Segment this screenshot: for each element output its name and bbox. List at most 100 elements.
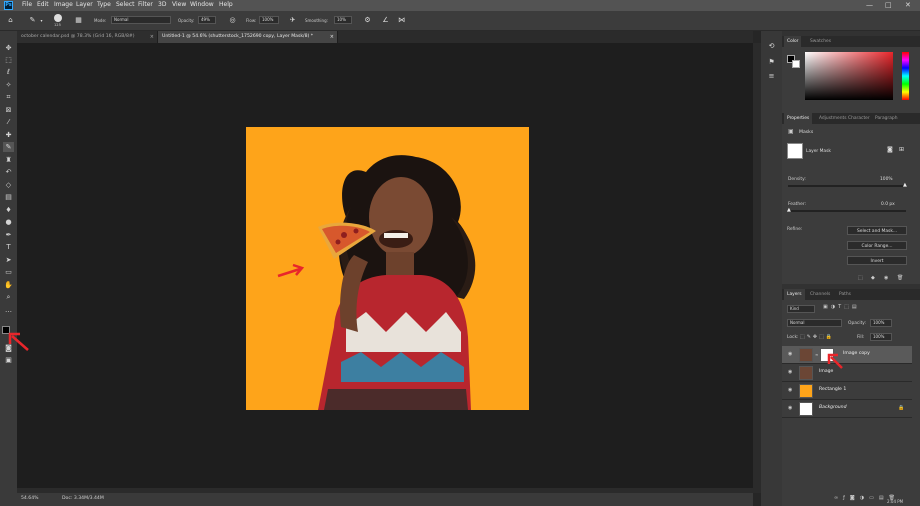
layer-filter-icons[interactable]: ▣◑T⬚▤	[823, 304, 860, 310]
fill-input[interactable]: 100%	[870, 333, 892, 341]
lock-icons[interactable]: ⬚✎✥⬚🔒	[800, 334, 834, 340]
crop-tool-icon[interactable]: ⌗	[3, 92, 14, 102]
layers-opacity-input[interactable]: 100%	[870, 319, 892, 327]
rectangle-tool-icon[interactable]: ▭	[3, 267, 14, 277]
tab-properties[interactable]: Properties	[784, 113, 813, 124]
close-button[interactable]: ✕	[905, 1, 911, 9]
eye-icon[interactable]: ◉	[788, 387, 792, 393]
blur-tool-icon[interactable]: ♦	[3, 205, 14, 215]
pixel-mask-button-icon[interactable]: ◙	[887, 146, 893, 153]
layer-row-image[interactable]: ◉ Image	[782, 364, 912, 382]
close-tab-icon[interactable]: ×	[150, 31, 154, 43]
adjustments-icon[interactable]: ≡	[766, 71, 777, 81]
density-value[interactable]: 100%	[880, 177, 893, 182]
delete-mask-icon[interactable]: 🗑	[897, 275, 903, 281]
menu-help[interactable]: Help	[219, 1, 233, 8]
brush-settings-icon[interactable]: ▦	[74, 16, 83, 25]
menu-file[interactable]: File	[22, 1, 32, 8]
angle-icon[interactable]: ∠	[381, 16, 390, 25]
pressure-opacity-icon[interactable]: ◎	[228, 16, 237, 25]
menu-image[interactable]: Image	[54, 1, 73, 8]
menu-filter[interactable]: Filter	[138, 1, 153, 8]
type-tool-icon[interactable]: T	[3, 242, 14, 252]
dodge-tool-icon[interactable]: ●	[3, 217, 14, 227]
eye-icon[interactable]: ◉	[788, 369, 792, 375]
tab-character[interactable]: Character	[845, 113, 873, 124]
vector-mask-button-icon[interactable]: ⊞	[899, 146, 904, 153]
apply-mask-icon[interactable]: ◆	[871, 275, 875, 281]
menu-edit[interactable]: Edit	[37, 1, 49, 8]
load-selection-icon[interactable]: ⬚	[858, 275, 863, 281]
menu-view[interactable]: View	[172, 1, 186, 8]
vertical-scrollbar[interactable]	[753, 43, 761, 493]
tab-paths[interactable]: Paths	[836, 289, 854, 300]
maximize-button[interactable]: □	[885, 1, 892, 9]
feather-slider[interactable]	[788, 210, 906, 212]
menu-layer[interactable]: Layer	[76, 1, 93, 8]
zoom-tool-icon[interactable]: ⌕	[3, 292, 14, 302]
visibility-icon[interactable]: ◉	[884, 275, 888, 281]
hue-slider[interactable]	[902, 52, 909, 100]
brush-tool-icon[interactable]: ✎	[3, 142, 14, 152]
link-icon[interactable]: ∞	[815, 352, 818, 357]
home-icon[interactable]: ⌂	[6, 16, 15, 25]
flow-input[interactable]: 100%	[259, 16, 279, 24]
chevron-down-icon[interactable]: ▾	[37, 16, 46, 25]
color-picker-field[interactable]	[805, 52, 893, 100]
more-tools-icon[interactable]: …	[3, 305, 14, 315]
color-range-button[interactable]: Color Range...	[847, 241, 907, 250]
brush-preview-icon[interactable]	[54, 14, 62, 22]
mode-select[interactable]: Normal	[111, 16, 171, 24]
history-icon[interactable]: ⟲	[766, 41, 777, 51]
pen-tool-icon[interactable]: ✒	[3, 230, 14, 240]
hand-tool-icon[interactable]: ✋	[3, 280, 14, 290]
background-color-swatch[interactable]	[792, 60, 800, 68]
brush-tool-icon[interactable]: ✎	[28, 16, 37, 25]
invert-button[interactable]: Invert	[847, 256, 907, 265]
close-tab-icon[interactable]: ×	[330, 31, 334, 43]
frame-tool-icon[interactable]: ⊠	[3, 105, 14, 115]
filter-kind-select[interactable]: Kind	[787, 305, 815, 313]
tab-layers[interactable]: Layers	[784, 289, 805, 300]
healing-tool-icon[interactable]: ✚	[3, 130, 14, 140]
minimize-button[interactable]: —	[866, 1, 873, 9]
blend-mode-select[interactable]: Normal	[787, 319, 842, 327]
menu-window[interactable]: Window	[190, 1, 214, 8]
move-tool-icon[interactable]: ✥	[3, 43, 14, 53]
menu-3d[interactable]: 3D	[158, 1, 166, 8]
tab-october-calendar[interactable]: october calendar.psd @ 78.3% (Grid 16, R…	[17, 31, 158, 43]
menu-type[interactable]: Type	[97, 1, 111, 8]
slider-handle-icon[interactable]: ▲	[903, 182, 907, 188]
eraser-tool-icon[interactable]: ◇	[3, 180, 14, 190]
screen-mode-icon[interactable]: ▣	[3, 355, 14, 365]
gradient-tool-icon[interactable]: ▤	[3, 192, 14, 202]
tab-paragraph[interactable]: Paragraph	[872, 113, 901, 124]
path-select-tool-icon[interactable]: ➤	[3, 255, 14, 265]
history-brush-tool-icon[interactable]: ↶	[3, 167, 14, 177]
feather-value[interactable]: 0.0 px	[881, 202, 895, 207]
menu-select[interactable]: Select	[116, 1, 135, 8]
tab-swatches[interactable]: Swatches	[807, 36, 834, 47]
eye-icon[interactable]: ◉	[788, 405, 792, 411]
layer-row-rectangle-1[interactable]: ◉ Rectangle 1	[782, 382, 912, 400]
tab-untitled-1[interactable]: Untitled-1 @ 54.6% (shutterstock_1752690…	[158, 31, 338, 43]
properties-icon[interactable]: ⚑	[766, 57, 777, 67]
quick-select-tool-icon[interactable]: ✧	[3, 80, 14, 90]
select-and-mask-button[interactable]: Select and Mask...	[847, 226, 907, 235]
density-slider[interactable]	[788, 185, 906, 187]
layer-row-background[interactable]: ◉ Background 🔒	[782, 400, 912, 418]
opacity-input[interactable]: 49%	[198, 16, 216, 24]
smoothing-input[interactable]: 10%	[334, 16, 352, 24]
zoom-level[interactable]: 54.64%	[21, 496, 39, 501]
airbrush-icon[interactable]: ✈	[288, 16, 297, 25]
gear-icon[interactable]: ⚙	[363, 16, 372, 25]
marquee-tool-icon[interactable]: ⬚	[3, 55, 14, 65]
tab-channels[interactable]: Channels	[807, 289, 833, 300]
symmetry-icon[interactable]: ⋈	[397, 16, 406, 25]
eyedropper-tool-icon[interactable]: ⁄	[3, 117, 14, 127]
lasso-tool-icon[interactable]: ℓ	[3, 67, 14, 77]
eye-icon[interactable]: ◉	[788, 351, 792, 357]
stamp-tool-icon[interactable]: ♜	[3, 155, 14, 165]
layer-row-image-copy[interactable]: ◉ ∞ Image copy	[782, 346, 912, 364]
slider-handle-icon[interactable]: ▲	[787, 207, 791, 213]
